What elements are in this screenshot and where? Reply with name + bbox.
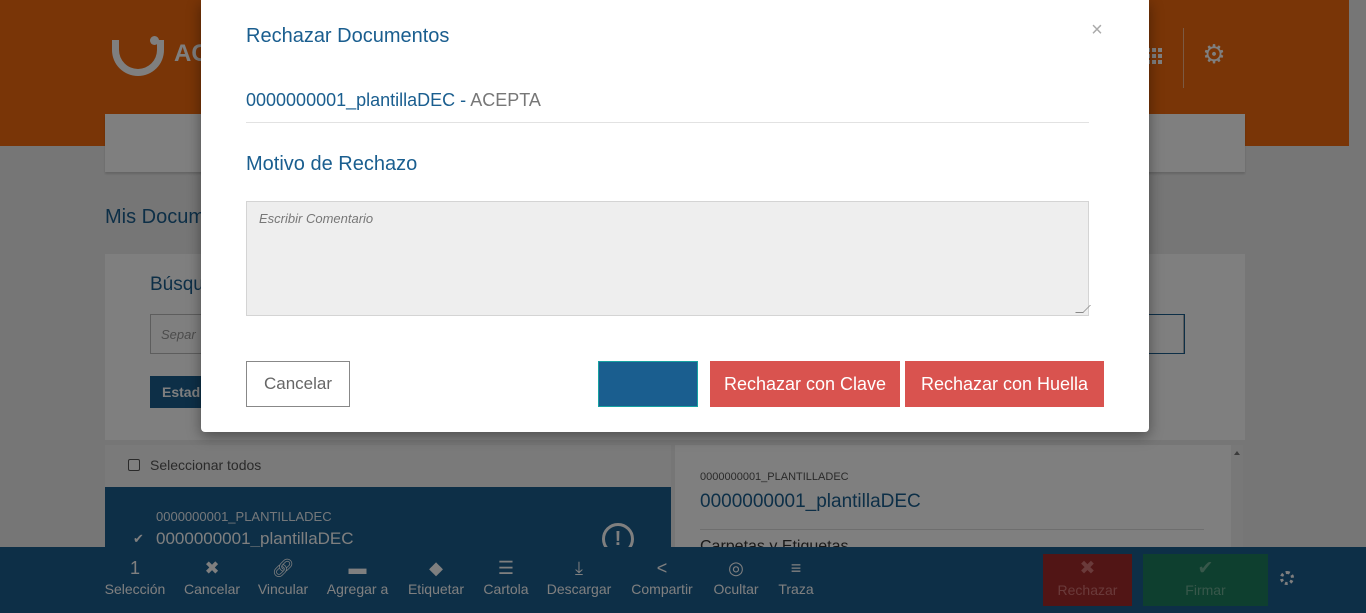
comment-textarea[interactable] <box>246 201 1089 316</box>
cancel-button[interactable]: Cancelar <box>246 361 350 407</box>
document-name: 0000000001_plantillaDEC <box>246 90 456 110</box>
document-summary: 0000000001_plantillaDEC - ACEPTA <box>246 90 1089 123</box>
document-status: ACEPTA <box>470 90 541 110</box>
reject-documents-modal: Rechazar Documentos × 0000000001_plantil… <box>201 0 1149 432</box>
reject-with-fingerprint-button[interactable]: Rechazar con Huella <box>905 361 1104 407</box>
modal-title: Rechazar Documentos <box>246 25 450 47</box>
close-icon[interactable]: × <box>1089 18 1105 42</box>
reject-with-key-button[interactable]: Rechazar con Clave <box>710 361 900 407</box>
confirm-button[interactable] <box>598 361 698 407</box>
document-separator: - <box>455 90 471 110</box>
reason-title: Motivo de Rechazo <box>246 153 418 175</box>
